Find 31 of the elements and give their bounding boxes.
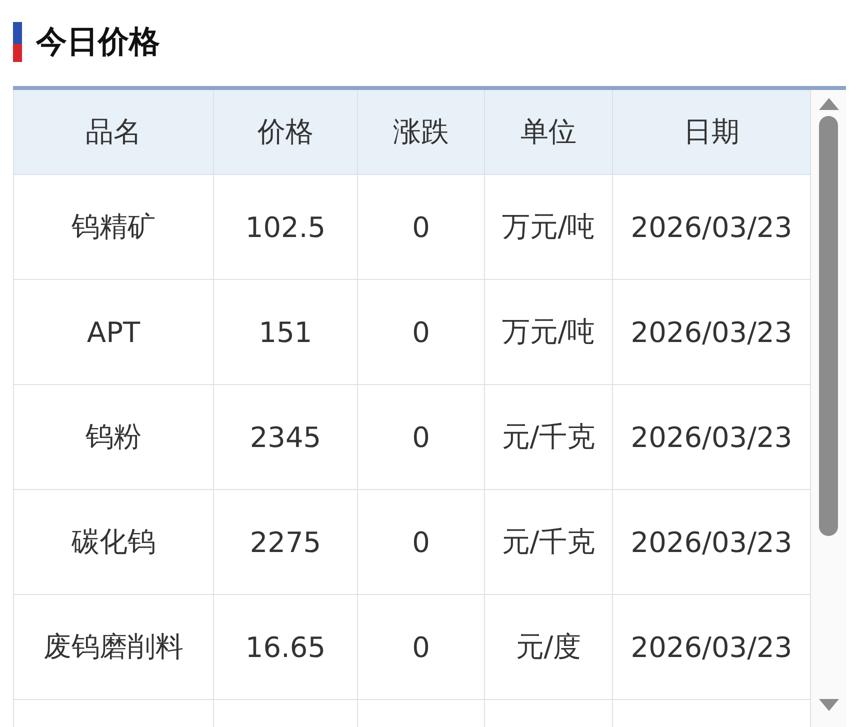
table-cell: 碳化钨 bbox=[14, 490, 214, 595]
table-cell: 2345 bbox=[214, 385, 358, 490]
table-cell: 2275 bbox=[214, 490, 358, 595]
table-cell: 废钨磨削料 bbox=[14, 595, 214, 700]
column-header: 日期 bbox=[613, 90, 811, 175]
column-header: 品名 bbox=[14, 90, 214, 175]
table-cell: 0 bbox=[358, 385, 485, 490]
title-marker-icon bbox=[13, 22, 22, 62]
table-cell: 0 bbox=[358, 490, 485, 595]
table-cell: 16.65 bbox=[214, 595, 358, 700]
table-cell: 151 bbox=[214, 280, 358, 385]
table-cell: 0 bbox=[358, 175, 485, 280]
table-cell: APT bbox=[14, 280, 214, 385]
table-cell: 元/千克 bbox=[485, 490, 613, 595]
table-cell: 钨粉 bbox=[14, 385, 214, 490]
table-cell: 元/千克 bbox=[485, 385, 613, 490]
table-cell: 0 bbox=[358, 595, 485, 700]
table-cell: 0 bbox=[358, 280, 485, 385]
table-cell: 元/度 bbox=[485, 595, 613, 700]
scrollbar[interactable] bbox=[811, 90, 846, 727]
column-header: 价格 bbox=[214, 90, 358, 175]
column-header: 单位 bbox=[485, 90, 613, 175]
scrollbar-thumb[interactable] bbox=[819, 116, 838, 536]
table-cell: 钨精矿 bbox=[14, 175, 214, 280]
table-cell: 万元/吨 bbox=[485, 280, 613, 385]
table-cell: 102.5 bbox=[214, 175, 358, 280]
section-title: 今日价格 bbox=[36, 23, 160, 62]
column-header: 涨跌 bbox=[358, 90, 485, 175]
scroll-down-icon[interactable] bbox=[818, 699, 838, 711]
table-cell: 万元/吨 bbox=[485, 175, 613, 280]
scroll-up-icon[interactable] bbox=[818, 98, 838, 110]
